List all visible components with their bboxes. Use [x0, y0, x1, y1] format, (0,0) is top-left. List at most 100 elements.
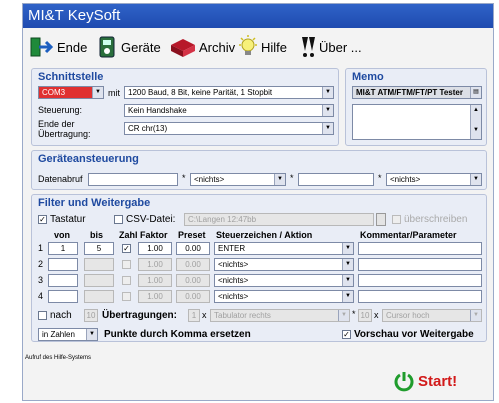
preset-field[interactable]: 0.00: [176, 242, 210, 255]
nach-checkbox[interactable]: [38, 311, 47, 320]
settings-select[interactable]: 1200 Baud, 8 Bit, keine Parität, 1 Stopb…: [124, 86, 334, 99]
zahl-checkbox[interactable]: [122, 260, 131, 269]
header-preset: Preset: [178, 230, 206, 240]
preset-field[interactable]: 0.00: [176, 290, 210, 303]
aktion-select[interactable]: <nichts> ▼: [214, 290, 354, 303]
faktor-field[interactable]: 1.00: [138, 274, 172, 287]
memo-textarea[interactable]: ▲ ▼: [352, 104, 482, 140]
zahl-checkbox[interactable]: [122, 292, 131, 301]
lightbulb-icon: [239, 35, 257, 55]
datenabruf-select-2[interactable]: <nichts> ▼: [386, 173, 482, 186]
tastatur-label: Tastatur: [50, 214, 86, 225]
row-number: 2: [38, 259, 44, 269]
tastatur-checkbox[interactable]: ✓: [38, 215, 47, 224]
sel2-value: <nichts>: [390, 175, 421, 184]
vorschau-label: Vorschau vor Weitergabe: [354, 329, 474, 340]
vorschau-checkbox[interactable]: ✓: [342, 330, 351, 339]
memo-title: Memo: [352, 71, 384, 83]
memo-value: MI&T ATM/FTM/FT/PT Tester: [356, 88, 463, 97]
row-number: 4: [38, 291, 44, 301]
cursor-select[interactable]: Cursor hoch ▼: [382, 309, 482, 322]
memo-select[interactable]: MI&T ATM/FTM/FT/PT Tester ▤: [352, 86, 482, 99]
start-button[interactable]: Start!: [393, 368, 457, 394]
aktion-select[interactable]: <nichts> ▼: [214, 258, 354, 271]
aktion-value: ENTER: [218, 244, 246, 253]
tab-select[interactable]: Tabulator rechts ▼: [210, 309, 350, 322]
chevron-down-icon: ▼: [338, 310, 349, 321]
csv-path-field[interactable]: C:\Langen 12:47bb: [184, 213, 374, 226]
chevron-down-icon: ▼: [470, 310, 481, 321]
row-number: 1: [38, 243, 44, 253]
datenabruf-field-2[interactable]: [298, 173, 374, 186]
zahl-checkbox[interactable]: [122, 276, 131, 285]
mit-label: mit: [108, 88, 120, 98]
steuerung-select[interactable]: Kein Handshake ▼: [124, 104, 334, 117]
steuerung-value: Kein Handshake: [128, 106, 187, 115]
sel1-value: <nichts>: [194, 175, 225, 184]
cursor-value: Cursor hoch: [386, 311, 430, 320]
filter-title: Filter und Weitergabe: [38, 197, 151, 209]
archiv-button[interactable]: Archiv: [169, 34, 235, 60]
memo-group: Memo MI&T ATM/FTM/FT/PT Tester ▤ ▲ ▼: [345, 68, 487, 146]
preset-field[interactable]: 0.00: [176, 258, 210, 271]
hilfe-button[interactable]: Hilfe: [237, 34, 287, 60]
datenabruf-label: Datenabruf: [38, 174, 83, 184]
von-field[interactable]: [48, 274, 78, 287]
asterisk-4: *: [352, 309, 356, 319]
power-icon: [394, 372, 414, 392]
port-value: COM3: [42, 88, 66, 97]
aktion-value: <nichts>: [218, 292, 249, 301]
datenabruf-field-1[interactable]: [88, 173, 178, 186]
von-field[interactable]: [48, 290, 78, 303]
kommentar-field[interactable]: [358, 274, 482, 287]
ende-select[interactable]: CR chr(13) ▼: [124, 122, 334, 135]
chevron-down-icon: ▼: [342, 243, 353, 254]
ende-value: CR chr(13): [128, 124, 168, 133]
zahlen-value: in Zahlen: [42, 330, 75, 339]
csv-label: CSV-Datei:: [126, 214, 176, 225]
chevron-down-icon: ▼: [470, 174, 481, 185]
memo-scrollbar[interactable]: ▲ ▼: [470, 105, 481, 139]
filter-group: Filter und Weitergabe ✓ Tastatur CSV-Dat…: [31, 194, 487, 342]
von-field[interactable]: [48, 258, 78, 271]
ueber-button[interactable]: Über ...: [299, 34, 362, 60]
aktion-select[interactable]: <nichts> ▼: [214, 274, 354, 287]
kommentar-field[interactable]: [358, 242, 482, 255]
preset-field[interactable]: 0.00: [176, 274, 210, 287]
chevron-down-icon: ▼: [322, 105, 333, 116]
aktion-select[interactable]: ENTER ▼: [214, 242, 354, 255]
kommentar-field[interactable]: [358, 290, 482, 303]
datenabruf-select-1[interactable]: <nichts> ▼: [190, 173, 286, 186]
kommentar-field[interactable]: [358, 258, 482, 271]
geraeteansteuerung-group: Geräteansteuerung Datenabruf * <nichts> ▼…: [31, 150, 487, 190]
geraete-button[interactable]: Geräte: [97, 34, 161, 60]
bis-field[interactable]: 5: [84, 242, 114, 255]
faktor-field[interactable]: 1.00: [138, 242, 172, 255]
x-label-2: x: [374, 310, 379, 320]
ueber-label: Über ...: [319, 39, 362, 55]
zahl-checkbox[interactable]: ✓: [122, 244, 131, 253]
ue-count-field[interactable]: 1: [188, 309, 200, 322]
ueberschreiben-checkbox[interactable]: [392, 215, 401, 224]
port-select[interactable]: COM3 ▼: [38, 86, 104, 99]
archiv-label: Archiv: [199, 39, 236, 55]
faktor-field[interactable]: 1.00: [138, 290, 172, 303]
nach-field[interactable]: 10: [84, 309, 98, 322]
schnittstelle-group: Schnittstelle COM3 ▼ mit 1200 Baud, 8 Bit…: [31, 68, 339, 146]
bis-field[interactable]: [84, 290, 114, 303]
csv-browse-button[interactable]: [376, 213, 386, 226]
chevron-down-icon: ▼: [322, 87, 333, 98]
status-text: Aufruf des Hilfe-Systems: [25, 355, 92, 361]
bis-field[interactable]: [84, 258, 114, 271]
faktor-field[interactable]: 1.00: [138, 258, 172, 271]
exit-icon: [30, 37, 54, 57]
csv-checkbox[interactable]: [114, 215, 123, 224]
x2-field[interactable]: 10: [358, 309, 372, 322]
start-label: Start!: [418, 372, 458, 390]
aktion-value: <nichts>: [218, 260, 249, 269]
ende-button[interactable]: Ende: [29, 34, 87, 60]
bis-field[interactable]: [84, 274, 114, 287]
von-field[interactable]: 1: [48, 242, 78, 255]
settings-value: 1200 Baud, 8 Bit, keine Parität, 1 Stopb…: [128, 88, 273, 97]
zahlen-select[interactable]: in Zahlen ▼: [38, 328, 98, 341]
